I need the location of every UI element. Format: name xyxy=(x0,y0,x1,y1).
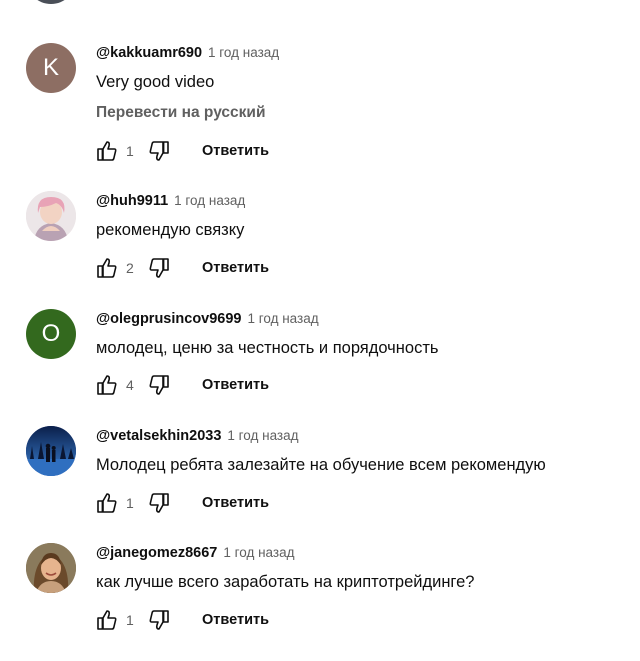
comment-item: K @kakkuamr690 1 год назад Very good vide… xyxy=(0,43,640,161)
reply-button[interactable]: Ответить xyxy=(202,260,269,276)
like-count: 1 xyxy=(126,612,134,628)
dislike-button[interactable] xyxy=(146,139,172,163)
like-button[interactable] xyxy=(94,256,120,280)
comment-author[interactable]: @huh9911 xyxy=(96,193,168,209)
dislike-button[interactable] xyxy=(146,373,172,397)
avatar[interactable] xyxy=(26,426,76,476)
thumb-down-icon xyxy=(149,258,169,278)
comment-text: рекомендую связку xyxy=(96,221,245,239)
comment-item: O @olegprusincov9699 1 год назад молодец,… xyxy=(0,309,640,427)
comment-actions: 2 Ответить xyxy=(94,256,269,280)
comment-text: молодец, ценю за честность и порядочност… xyxy=(96,339,439,357)
comment-author[interactable]: @janegomez8667 xyxy=(96,545,217,561)
thumb-up-icon xyxy=(97,141,117,161)
avatar[interactable] xyxy=(26,543,76,593)
comment-actions: 1 Ответить xyxy=(94,139,269,163)
dislike-button[interactable] xyxy=(146,491,172,515)
like-count: 4 xyxy=(126,377,134,393)
like-count: 2 xyxy=(126,260,134,276)
like-button[interactable] xyxy=(94,608,120,632)
avatar-letter: K xyxy=(42,54,59,81)
comment-time[interactable]: 1 год назад xyxy=(174,193,245,208)
dislike-button[interactable] xyxy=(146,256,172,280)
thumb-down-icon xyxy=(149,493,169,513)
avatar[interactable]: K xyxy=(26,43,76,93)
previous-comment-avatar[interactable] xyxy=(26,0,76,4)
reply-button[interactable]: Ответить xyxy=(202,143,269,159)
comment-author[interactable]: @kakkuamr690 xyxy=(96,45,202,61)
thumb-down-icon xyxy=(149,141,169,161)
thumb-up-icon xyxy=(97,258,117,278)
thumb-up-icon xyxy=(97,493,117,513)
comment-header: @olegprusincov9699 1 год назад xyxy=(96,309,319,329)
avatar[interactable]: O xyxy=(26,309,76,359)
translate-link[interactable]: Перевести на русский xyxy=(96,103,265,123)
comment-time[interactable]: 1 год назад xyxy=(208,45,279,60)
comment-time[interactable]: 1 год назад xyxy=(227,428,298,443)
comment-header: @huh9911 1 год назад xyxy=(96,191,245,211)
comment-header: @vetalsekhin2033 1 год назад xyxy=(96,426,299,446)
thumb-down-icon xyxy=(149,375,169,395)
comment-time[interactable]: 1 год назад xyxy=(223,545,294,560)
thumb-down-icon xyxy=(149,610,169,630)
avatar-letter: O xyxy=(41,320,61,347)
like-count: 1 xyxy=(126,495,134,511)
comment-author[interactable]: @olegprusincov9699 xyxy=(96,311,242,327)
comment-item: @janegomez8667 1 год назад как лучше всег… xyxy=(0,543,640,661)
dislike-button[interactable] xyxy=(146,608,172,632)
like-button[interactable] xyxy=(94,373,120,397)
reply-button[interactable]: Ответить xyxy=(202,612,269,628)
comment-actions: 1 Ответить xyxy=(94,608,269,632)
avatar-photo xyxy=(26,191,76,241)
comment-text: Very good video xyxy=(96,73,215,91)
like-count: 1 xyxy=(126,143,134,159)
thumb-up-icon xyxy=(97,610,117,630)
comment-author[interactable]: @vetalsekhin2033 xyxy=(96,428,221,444)
comment-text: как лучше всего заработать на криптотрей… xyxy=(96,573,475,591)
comment-item: @huh9911 1 год назад рекомендую связку 2 … xyxy=(0,191,640,309)
comment-header: @kakkuamr690 1 год назад xyxy=(96,43,279,63)
reply-button[interactable]: Ответить xyxy=(202,377,269,393)
comment-actions: 4 Ответить xyxy=(94,373,269,397)
reply-button[interactable]: Ответить xyxy=(202,495,269,511)
like-button[interactable] xyxy=(94,491,120,515)
like-button[interactable] xyxy=(94,139,120,163)
comment-header: @janegomez8667 1 год назад xyxy=(96,543,294,563)
avatar-photo xyxy=(26,543,76,593)
comment-text: Молодец ребята залезайте на обучение все… xyxy=(96,456,546,474)
comment-item: @vetalsekhin2033 1 год назад Молодец ребя… xyxy=(0,426,640,544)
avatar-photo xyxy=(26,426,76,476)
comment-time[interactable]: 1 год назад xyxy=(248,311,319,326)
thumb-up-icon xyxy=(97,375,117,395)
avatar[interactable] xyxy=(26,191,76,241)
comment-actions: 1 Ответить xyxy=(94,491,269,515)
